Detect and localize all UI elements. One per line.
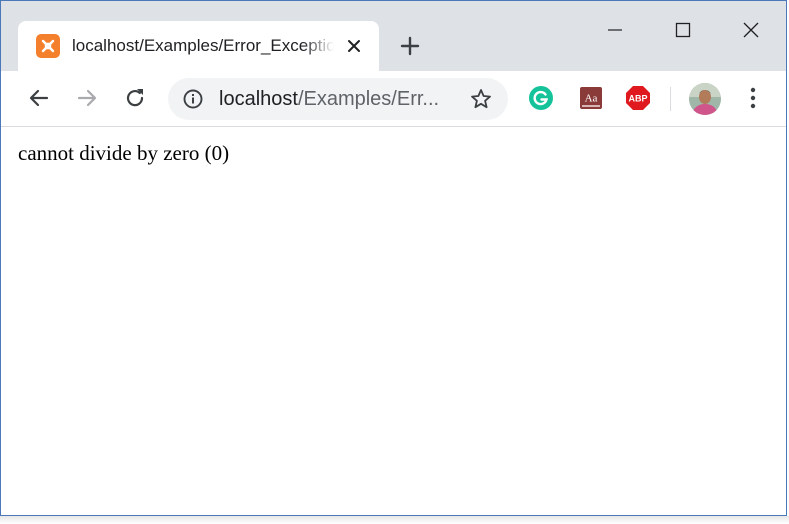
page-content: cannot divide by zero (0) — [1, 127, 786, 515]
dictionary-extension-icon[interactable]: Aa — [578, 85, 604, 111]
back-arrow-icon[interactable] — [24, 83, 54, 113]
tab-title: localhost/Examples/Error_Exception_Handl… — [72, 36, 334, 55]
profile-avatar[interactable] — [689, 83, 721, 115]
forward-arrow-icon[interactable] — [72, 83, 102, 113]
adblock-ext-label: ABP — [628, 94, 647, 104]
dictionary-ext-label: Aa — [585, 93, 598, 105]
url-host: localhost — [219, 88, 298, 110]
grammarly-extension-icon[interactable] — [528, 85, 554, 111]
site-info-icon[interactable] — [182, 88, 204, 110]
browser-window: localhost/Examples/Error_Exception_Handl… — [0, 0, 787, 516]
window-shadow — [0, 516, 789, 524]
tab-close-icon[interactable] — [344, 36, 364, 56]
error-message: cannot divide by zero (0) — [18, 141, 230, 165]
minimize-icon[interactable] — [592, 11, 638, 49]
url-text: localhost/Examples/Err... — [219, 88, 439, 111]
active-tab[interactable]: localhost/Examples/Error_Exception_Handl… — [18, 21, 379, 71]
reload-icon[interactable] — [120, 83, 150, 113]
tab-strip: localhost/Examples/Error_Exception_Handl… — [1, 1, 786, 71]
more-menu-icon[interactable] — [738, 83, 768, 113]
maximize-icon[interactable] — [660, 11, 706, 49]
bookmark-star-icon[interactable] — [469, 87, 493, 111]
url-path: /Examples/Err... — [297, 88, 440, 110]
new-tab-plus-icon[interactable] — [397, 33, 423, 59]
browser-toolbar: localhost/Examples/Err... Aa ABP — [1, 71, 786, 127]
toolbar-separator — [670, 87, 671, 111]
close-icon[interactable] — [728, 11, 774, 49]
xampp-icon — [36, 34, 60, 58]
address-bar[interactable]: localhost/Examples/Err... — [168, 78, 508, 120]
adblock-plus-extension-icon[interactable]: ABP — [625, 85, 651, 111]
